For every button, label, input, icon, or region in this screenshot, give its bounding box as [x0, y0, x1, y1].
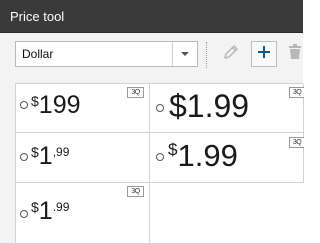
currency-format-value: Dollar — [22, 47, 54, 61]
radio-button[interactable] — [156, 104, 164, 112]
price-style-grid: $199 3Q $1.99 3Q $1,99 $1.99 3Q $1.99 3Q — [15, 83, 304, 243]
radio-button[interactable] — [156, 153, 164, 161]
dropdown-arrow-icon[interactable] — [172, 42, 197, 66]
trash-icon — [288, 43, 302, 65]
price-preview: $1,99 — [31, 142, 70, 170]
currency-format-select[interactable]: Dollar — [15, 41, 198, 67]
price-tool-window: Price tool Dollar $199 3Q $1.99 3Q $1,99… — [0, 0, 304, 243]
price-style-option[interactable]: $199 3Q — [16, 84, 150, 133]
toolbar-separator — [206, 42, 207, 68]
radio-button[interactable] — [20, 210, 28, 218]
pencil-icon — [222, 43, 240, 66]
window-title: Price tool — [0, 0, 303, 33]
zoom-preview-icon[interactable]: 3Q — [289, 137, 304, 148]
radio-button[interactable] — [20, 153, 28, 161]
zoom-preview-icon[interactable]: 3Q — [127, 87, 144, 98]
add-button[interactable] — [251, 41, 277, 67]
radio-button[interactable] — [20, 101, 28, 109]
price-style-option[interactable]: $1.99 3Q — [150, 84, 304, 133]
edit-button[interactable] — [218, 41, 244, 67]
plus-icon — [256, 44, 272, 65]
price-preview: $1.99 — [31, 197, 70, 225]
delete-button[interactable] — [284, 41, 303, 67]
zoom-preview-icon[interactable]: 3Q — [289, 87, 304, 98]
empty-grid-cell — [150, 183, 304, 243]
toolbar: Dollar — [0, 33, 303, 83]
price-preview: $1.99 — [169, 88, 250, 124]
price-preview: $1.99 — [168, 138, 238, 173]
price-style-option[interactable]: $1.99 3Q — [150, 133, 304, 183]
zoom-preview-icon[interactable]: 3Q — [127, 186, 144, 197]
price-style-option[interactable]: $1,99 — [16, 133, 150, 183]
price-preview: $199 — [31, 91, 81, 119]
price-style-option[interactable]: $1.99 3Q — [16, 183, 150, 243]
